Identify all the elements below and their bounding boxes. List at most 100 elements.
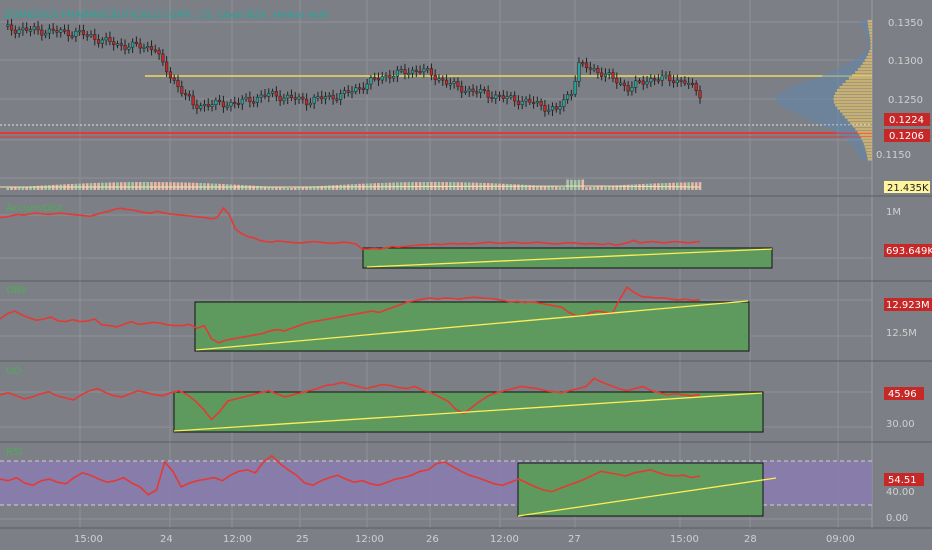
candle-body	[115, 43, 120, 46]
volume-bar	[430, 182, 433, 190]
volume-profile-bar	[859, 155, 868, 158]
volume-profile-bar	[855, 128, 872, 131]
candle-body	[66, 30, 70, 36]
candle-body	[236, 103, 241, 106]
candle-body	[513, 95, 517, 102]
candle-body	[414, 69, 418, 72]
volume-bar	[339, 184, 342, 190]
candle-body	[410, 69, 415, 74]
candle-body	[622, 82, 626, 86]
candle-body	[437, 78, 441, 81]
volume-profile-bar	[790, 86, 840, 89]
volume-bar	[524, 184, 528, 190]
obv-tag-text: 12.923M	[886, 300, 930, 311]
volume-bar	[414, 182, 418, 190]
volume-bar	[554, 186, 558, 190]
candle-body	[392, 75, 396, 79]
candle-body	[301, 96, 305, 100]
volume-bar	[6, 187, 10, 190]
chart-canvas[interactable]: ZOMEDICA PHARMACEUTICALS CORP., 15, Cboe…	[0, 0, 932, 550]
volume-profile-bar	[867, 155, 872, 158]
rsi-tick: 40.00	[886, 487, 915, 498]
candle-body	[562, 99, 566, 107]
candle-body	[388, 75, 392, 79]
volume-profile-bar	[867, 38, 871, 41]
candle-body	[278, 95, 282, 102]
candle-body	[354, 87, 358, 92]
time-tick: 15:00	[670, 534, 699, 545]
volume-profile-bar	[868, 44, 871, 47]
volume-profile-bar	[844, 116, 872, 119]
candle-body	[479, 89, 483, 93]
rsi-tick: 0.00	[886, 513, 908, 524]
candle-body	[9, 24, 14, 31]
volume-profile-bar	[850, 122, 872, 125]
volume-bar	[290, 187, 293, 190]
candle-body	[252, 101, 256, 104]
volume-bar	[275, 187, 278, 190]
volume-profile-bar	[792, 110, 841, 113]
volume-profile-bar	[852, 125, 872, 128]
candle-body	[649, 78, 653, 83]
candle-body	[698, 90, 702, 99]
last-price-tag-text: 0.1224	[889, 115, 924, 126]
candle-body	[96, 39, 101, 44]
candle-body	[89, 34, 93, 37]
candle-body	[600, 72, 604, 77]
candle-body	[221, 101, 225, 108]
candle-body	[683, 80, 687, 84]
volume-profile-bar	[857, 152, 867, 155]
candle-body	[645, 81, 649, 85]
candle-body	[509, 95, 513, 98]
volume-profile-bar	[830, 128, 856, 131]
volume-bar	[165, 182, 168, 190]
volume-profile-bar	[861, 137, 872, 140]
volume-bar	[520, 184, 524, 190]
candle-body	[687, 82, 691, 85]
candle-body	[6, 24, 10, 27]
accum-dist-name: Accum/Dist	[6, 203, 63, 214]
candle-body	[558, 106, 562, 110]
volume-profile-bar	[833, 95, 872, 98]
candle-body	[47, 28, 51, 34]
candle-body	[112, 41, 116, 46]
candle-body	[365, 83, 369, 90]
candle-body	[671, 80, 676, 84]
volume-bar	[600, 186, 603, 190]
volume-bar	[244, 185, 248, 190]
volume-profile-bar	[865, 149, 872, 152]
volume-profile-bar	[869, 50, 872, 53]
volume-bar	[169, 182, 172, 190]
accum-dist-tick: 1M	[886, 207, 901, 218]
candle-body	[331, 94, 335, 100]
volume-bar	[331, 185, 335, 190]
volume-profile-bar	[869, 35, 872, 38]
volume-profile-bar	[833, 98, 872, 101]
candle-body	[471, 88, 475, 92]
volume-profile-bar	[842, 113, 872, 116]
volume-profile-bar	[798, 113, 843, 116]
candle-body	[286, 94, 290, 99]
volume-tag-text: 21.435K	[887, 183, 929, 194]
volume-bar	[127, 182, 131, 190]
candle-body	[539, 101, 543, 106]
volume-bar	[142, 182, 146, 190]
candle-body	[475, 91, 479, 94]
volume-bar	[698, 182, 702, 190]
volume-bar	[10, 187, 13, 190]
support-price-tag-text: 0.1206	[889, 131, 924, 142]
candle-body	[131, 41, 135, 48]
candle-body	[149, 46, 154, 51]
volume-bar	[513, 184, 516, 190]
volume-profile-bar	[776, 101, 834, 104]
volume-bar	[157, 182, 161, 190]
time-tick: 25	[296, 534, 309, 545]
candle-body	[13, 29, 17, 34]
volume-bar	[630, 184, 634, 190]
time-tick: 28	[744, 534, 757, 545]
time-tick: 26	[426, 534, 439, 545]
candle-body	[550, 106, 555, 111]
volume-bar	[694, 182, 698, 190]
candle-body	[460, 86, 464, 93]
candlestick-series	[6, 18, 702, 117]
